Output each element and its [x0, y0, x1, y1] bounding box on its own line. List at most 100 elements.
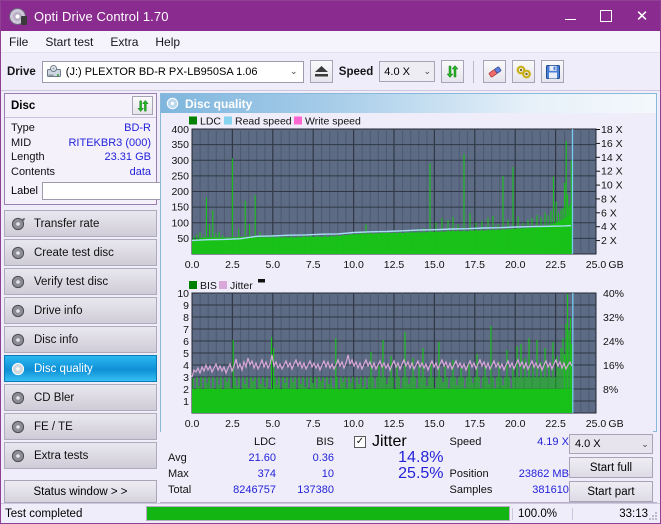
- test-speed-value: 4.0 X: [574, 438, 601, 450]
- tools-button[interactable]: [512, 60, 536, 83]
- bottom-chart-svg: BIS Jitter 10 98 76 54 32 1 40% 32% 24% …: [161, 278, 653, 438]
- disc-icon: [11, 275, 26, 289]
- disc-row-contents: Contents data: [11, 165, 151, 180]
- chevron-down-icon[interactable]: ⌄: [287, 66, 301, 77]
- jitter-checkbox[interactable]: ✓: [354, 436, 366, 448]
- status-window-button[interactable]: Status window > >: [4, 480, 157, 503]
- menu-help[interactable]: Help: [155, 35, 180, 49]
- stats-row-max: Max 374 10: [160, 466, 334, 482]
- svg-text:300: 300: [171, 155, 189, 167]
- svg-text:0.0: 0.0: [185, 418, 200, 430]
- position-value: 23862 MB: [518, 468, 569, 480]
- svg-text:12.5: 12.5: [384, 259, 405, 271]
- stats-ldc-value: 374: [257, 468, 276, 480]
- stats-row-label: Max: [168, 468, 189, 480]
- start-full-button[interactable]: Start full: [568, 457, 653, 478]
- disc-row-length: Length 23.31 GB: [11, 150, 151, 165]
- sidebar-item-cd-bler[interactable]: CD Bler: [4, 384, 157, 411]
- eject-button[interactable]: [309, 60, 333, 83]
- maximize-button[interactable]: [588, 1, 624, 31]
- test-speed-select[interactable]: 4.0 X ⌄: [568, 434, 653, 454]
- title-bar: Opti Drive Control 1.70 ✕: [1, 1, 660, 31]
- minimize-button[interactable]: [552, 1, 588, 31]
- save-button[interactable]: [541, 60, 565, 83]
- svg-text:Jitter: Jitter: [230, 280, 253, 292]
- svg-text:20.0: 20.0: [505, 259, 526, 271]
- svg-text:14 X: 14 X: [601, 152, 623, 164]
- svg-text:7.5: 7.5: [306, 259, 321, 271]
- sidebar-item-label: FE / TE: [34, 420, 73, 433]
- stats-col-bis: BIS: [316, 436, 334, 448]
- resize-grip[interactable]: [648, 511, 658, 521]
- status-bar: Test completed 100.0% 33:13: [1, 503, 660, 523]
- svg-text:8 X: 8 X: [601, 193, 617, 205]
- samples-value: 381610: [532, 484, 569, 496]
- speed-select[interactable]: 4.0 X ⌄: [379, 61, 436, 82]
- menu-file[interactable]: File: [9, 35, 28, 49]
- svg-text:2: 2: [183, 384, 189, 396]
- sidebar-item-transfer-rate[interactable]: Transfer rate: [4, 210, 157, 237]
- bottom-chart: BIS Jitter 10 9 8 7 6 5 4 3 2 1 40% 32% …: [161, 278, 656, 438]
- jitter-avg-row: 14.8%: [354, 449, 450, 466]
- disc-panel-header: Disc: [5, 94, 156, 118]
- stats-bis-value: 0.36: [312, 452, 334, 464]
- chevron-down-icon[interactable]: ⌄: [638, 439, 652, 450]
- svg-text:6 X: 6 X: [601, 207, 617, 219]
- speed-stat-label: Speed: [449, 436, 482, 448]
- svg-text:Read speed: Read speed: [235, 116, 292, 128]
- refresh-button[interactable]: [441, 60, 465, 83]
- erase-button[interactable]: [483, 60, 507, 83]
- svg-text:2 X: 2 X: [601, 235, 617, 247]
- stats-row-total: Total 8246757 137380: [160, 482, 334, 498]
- sidebar-item-disc-info[interactable]: Disc info: [4, 326, 157, 353]
- chevron-down-icon[interactable]: ⌄: [420, 66, 434, 77]
- stats-row-label: Total: [168, 484, 192, 496]
- sidebar-item-fe-te[interactable]: FE / TE: [4, 413, 157, 440]
- sidebar-item-disc-quality[interactable]: Disc quality: [4, 355, 157, 382]
- svg-text:GB: GB: [608, 418, 623, 430]
- svg-text:3: 3: [183, 372, 189, 384]
- svg-text:15.0: 15.0: [424, 418, 445, 430]
- action-buttons: 4.0 X ⌄ Start full Start part: [568, 434, 657, 502]
- sidebar: Disc Type BD-R MID RITEKBR3 (000) Length…: [4, 93, 245, 503]
- nav-list: Transfer rate Create test disc Verify te…: [4, 210, 157, 469]
- svg-text:12.5: 12.5: [384, 418, 405, 430]
- drive-select[interactable]: (J:) PLEXTOR BD-R PX-LB950SA 1.06 ⌄: [41, 60, 304, 83]
- jitter-header-row: ✓ Jitter: [354, 433, 450, 450]
- sidebar-item-drive-info[interactable]: Drive info: [4, 297, 157, 324]
- disc-icon: [11, 217, 26, 231]
- disc-panel-title: Disc: [11, 99, 36, 112]
- sidebar-item-create-test-disc[interactable]: Create test disc: [4, 239, 157, 266]
- disc-icon: [11, 449, 26, 463]
- svg-text:8%: 8%: [603, 384, 618, 396]
- svg-text:17.5: 17.5: [465, 259, 486, 271]
- svg-text:7: 7: [183, 324, 189, 336]
- start-part-button[interactable]: Start part: [568, 481, 653, 502]
- stats-bis-value: 137380: [297, 484, 334, 496]
- disc-value: data: [129, 165, 151, 178]
- svg-text:50: 50: [177, 233, 189, 245]
- disc-refresh-button[interactable]: [132, 96, 153, 115]
- speed-label: Speed: [338, 65, 374, 78]
- disc-icon: [11, 246, 26, 260]
- stats-col-ldc: LDC: [253, 436, 276, 448]
- svg-text:20.0: 20.0: [505, 418, 526, 430]
- close-button[interactable]: ✕: [624, 1, 660, 31]
- svg-text:22.5: 22.5: [545, 259, 566, 271]
- sidebar-item-extra-tests[interactable]: Extra tests: [4, 442, 157, 469]
- menu-extra[interactable]: Extra: [110, 35, 138, 49]
- right-stats: Speed 4.19 X Position 23862 MB Samples 3…: [450, 434, 569, 502]
- app-disc-icon: [9, 7, 27, 25]
- menu-start-test[interactable]: Start test: [45, 35, 93, 49]
- stats-ldc-value: 21.60: [248, 452, 276, 464]
- sidebar-item-verify-test-disc[interactable]: Verify test disc: [4, 268, 157, 295]
- panel-title: Disc quality: [185, 96, 253, 111]
- svg-text:8: 8: [183, 312, 189, 324]
- disc-icon: [11, 333, 26, 347]
- elapsed-time: 33:13: [572, 507, 660, 520]
- speed-value: 4.0 X: [384, 65, 410, 78]
- svg-text:4: 4: [183, 360, 189, 372]
- main-panel: Disc quality LDC Read speed Write speed …: [160, 93, 657, 503]
- disc-value: RITEKBR3 (000): [68, 136, 151, 149]
- disc-row-mid: MID RITEKBR3 (000): [11, 136, 151, 151]
